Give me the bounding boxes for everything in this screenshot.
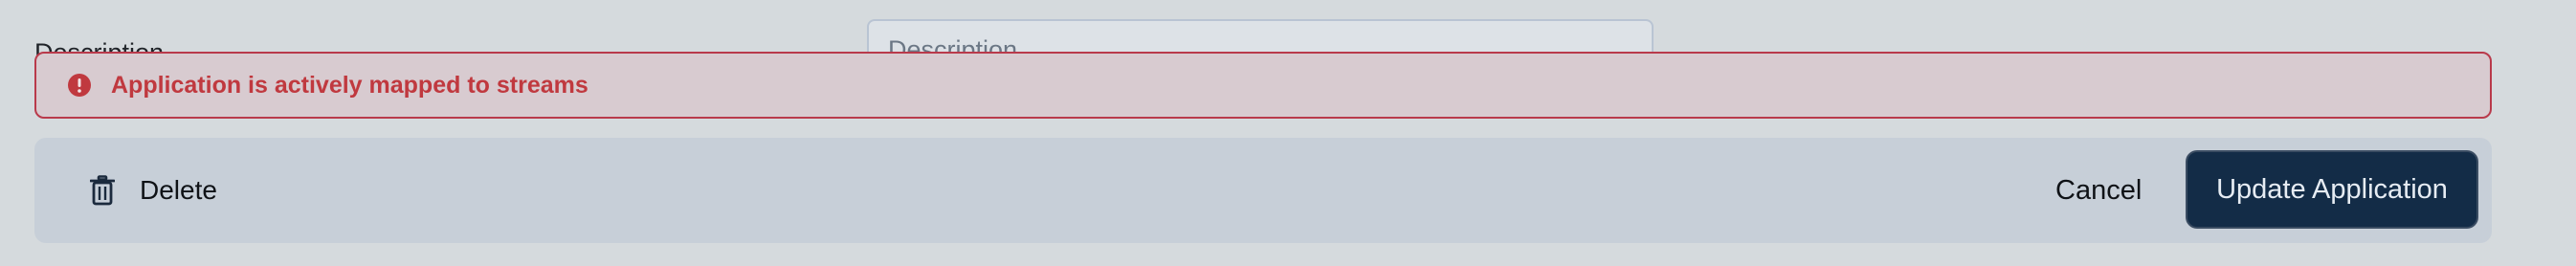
cancel-button[interactable]: Cancel bbox=[2046, 162, 2151, 219]
error-banner: Application is actively mapped to stream… bbox=[34, 52, 2492, 119]
error-message: Application is actively mapped to stream… bbox=[111, 71, 588, 99]
alert-circle-icon bbox=[67, 73, 92, 98]
delete-button[interactable]: Delete bbox=[78, 162, 227, 219]
description-row: Description bbox=[0, 0, 2576, 80]
action-bar: Delete Cancel Update Application bbox=[34, 138, 2492, 243]
update-application-button[interactable]: Update Application bbox=[2186, 150, 2478, 229]
trash-icon bbox=[88, 174, 117, 207]
delete-label: Delete bbox=[140, 175, 217, 205]
